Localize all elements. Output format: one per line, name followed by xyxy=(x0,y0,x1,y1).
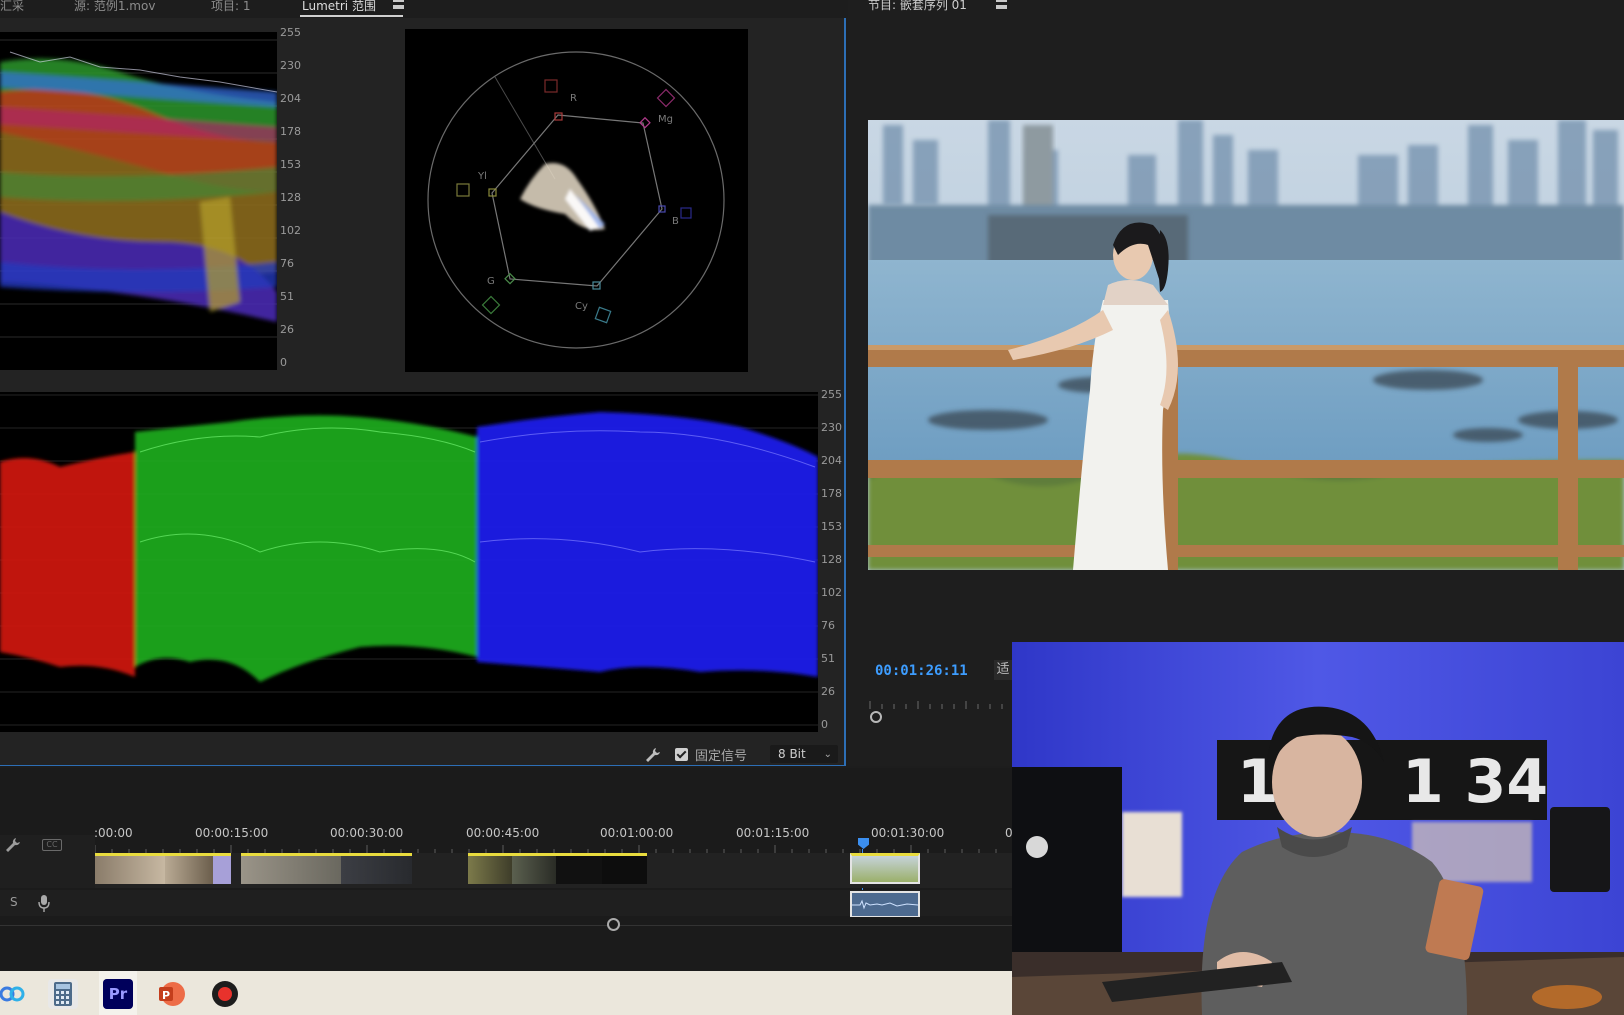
bit-depth-value: 8 Bit xyxy=(778,747,806,761)
program-menu-icon[interactable] xyxy=(996,0,1007,9)
windows-taskbar xyxy=(0,971,1012,1015)
scale-label: 0 xyxy=(280,356,287,369)
webcam-image: 1 1 34 xyxy=(1012,642,1624,1015)
clamp-signal-label: 固定信号 xyxy=(695,749,748,764)
powerpoint-label: P xyxy=(162,989,170,1002)
tab-effects[interactable]: 汇采 xyxy=(0,0,24,12)
scale-label: 102 xyxy=(280,224,301,237)
wrench-icon[interactable] xyxy=(645,747,661,763)
vectorscope-label-b: B xyxy=(672,216,679,227)
video-clip[interactable] xyxy=(241,853,412,884)
video-clip[interactable] xyxy=(95,853,231,884)
scale-label: 26 xyxy=(821,685,835,698)
microphone-icon[interactable] xyxy=(38,895,50,912)
tab-source[interactable]: 源: 范例1.mov xyxy=(74,0,155,12)
scale-label: 102 xyxy=(821,586,842,599)
fit-zoom-label: 适 xyxy=(996,662,1010,677)
scale-label: 26 xyxy=(280,323,294,336)
vectorscope-label-mg: Mg xyxy=(658,114,673,125)
timeline-ruler-label: 00:01:30:00 xyxy=(871,826,945,840)
scale-label: 51 xyxy=(821,652,835,665)
scale-label: 255 xyxy=(280,26,301,39)
panel-menu-icon[interactable] xyxy=(393,0,404,9)
premiere-pro-icon-front[interactable]: Pr xyxy=(103,979,133,1009)
waveform-rgb-scope xyxy=(0,32,277,370)
scale-label: 128 xyxy=(280,191,301,204)
audio-track-label: S xyxy=(10,895,18,909)
scale-label: 128 xyxy=(821,553,842,566)
premiere-workspace: { "tabs": { "effects_partial": "汇采", "so… xyxy=(0,0,1624,1015)
scale-label: 204 xyxy=(821,454,842,467)
vectorscope-label-yl: Yl xyxy=(477,171,487,182)
scale-label: 178 xyxy=(280,125,301,138)
bit-depth-dropdown[interactable]: 8 Bit ⌄ xyxy=(770,745,838,763)
chevron-down-icon: ⌄ xyxy=(823,749,832,760)
timeline-ruler-label: 00:01:00:00 xyxy=(600,826,674,840)
timeline-ruler-label: :00:00 xyxy=(94,826,133,840)
vectorscope-label-cy: Cy xyxy=(575,301,588,312)
program-monitor-title[interactable]: 节目: 嵌套序列 01 xyxy=(868,0,967,11)
scale-label: 153 xyxy=(821,520,842,533)
program-preview-frame[interactable] xyxy=(868,120,1624,570)
scale-label: 51 xyxy=(280,290,294,303)
parade-scale: 255 230 204 178 153 128 102 76 51 26 0 xyxy=(821,389,851,734)
program-mini-ruler[interactable] xyxy=(868,697,1012,709)
timeline-ruler-label: 00:01:15:00 xyxy=(736,826,810,840)
timeline-scroll-track xyxy=(0,925,1012,926)
clock-digits-right: 1 34 xyxy=(1402,747,1548,817)
baidu-netdisk-icon[interactable] xyxy=(0,979,28,1009)
active-tab-underline xyxy=(300,15,403,17)
timeline-scrollbar[interactable] xyxy=(0,917,1012,929)
scale-label: 178 xyxy=(821,487,842,500)
timeline-ruler-label: 00:00:45:00 xyxy=(466,826,540,840)
captions-icon[interactable]: CC xyxy=(42,839,62,851)
fit-zoom-dropdown[interactable]: 适 xyxy=(994,660,1012,680)
video-clip-selected[interactable] xyxy=(850,853,920,884)
preview-image xyxy=(868,120,1624,570)
scale-label: 0 xyxy=(821,718,828,731)
tab-lumetri-scopes[interactable]: Lumetri 范围 xyxy=(302,0,376,12)
timeline-ruler-label: 00:00:30:00 xyxy=(330,826,404,840)
timeline-zoom-handle[interactable] xyxy=(607,918,620,931)
powerpoint-icon[interactable]: P xyxy=(156,979,186,1009)
vectorscope-label-g: G xyxy=(487,276,495,287)
waveform-scale: 255 230 204 178 153 128 102 76 51 26 0 xyxy=(280,26,310,369)
audio-waveform xyxy=(852,899,918,910)
audio-clip[interactable] xyxy=(850,891,920,918)
premiere-pro-label: Pr xyxy=(108,985,128,1003)
vectorscope-label-r: R xyxy=(570,93,577,104)
scale-label: 76 xyxy=(280,257,294,270)
program-playhead-handle[interactable] xyxy=(870,711,882,723)
timeline-ruler-ticks[interactable] xyxy=(95,845,1012,853)
timeline-wrench-icon[interactable] xyxy=(5,837,21,853)
video-clip[interactable] xyxy=(468,853,647,884)
timeline-ruler-label: 00:00:15:00 xyxy=(195,826,269,840)
webcam-overlay: 1 1 34 xyxy=(1012,642,1624,1015)
scale-label: 153 xyxy=(280,158,301,171)
scale-label: 255 xyxy=(821,388,842,401)
vectorscope: R Mg B Cy G Yl xyxy=(405,29,748,372)
waveform-rgb-graphic xyxy=(0,39,277,338)
calculator-icon[interactable] xyxy=(48,979,78,1009)
rgb-parade-scope xyxy=(0,392,818,732)
tab-project[interactable]: 项目: 1 xyxy=(211,0,251,12)
screen-recorder-icon[interactable] xyxy=(210,979,240,1009)
scale-label: 230 xyxy=(280,59,301,72)
clamp-signal-checkbox[interactable] xyxy=(675,748,688,761)
scale-label: 204 xyxy=(280,92,301,105)
rgb-parade-graphic xyxy=(0,394,818,726)
panel-tab-bar: 汇采 源: 范例1.mov 项目: 1 Lumetri 范围 xyxy=(0,0,846,18)
scale-label: 76 xyxy=(821,619,835,632)
program-timecode[interactable]: 00:01:26:11 xyxy=(875,663,968,679)
vectorscope-graphic: R Mg B Cy G Yl xyxy=(427,51,725,349)
scale-label: 230 xyxy=(821,421,842,434)
